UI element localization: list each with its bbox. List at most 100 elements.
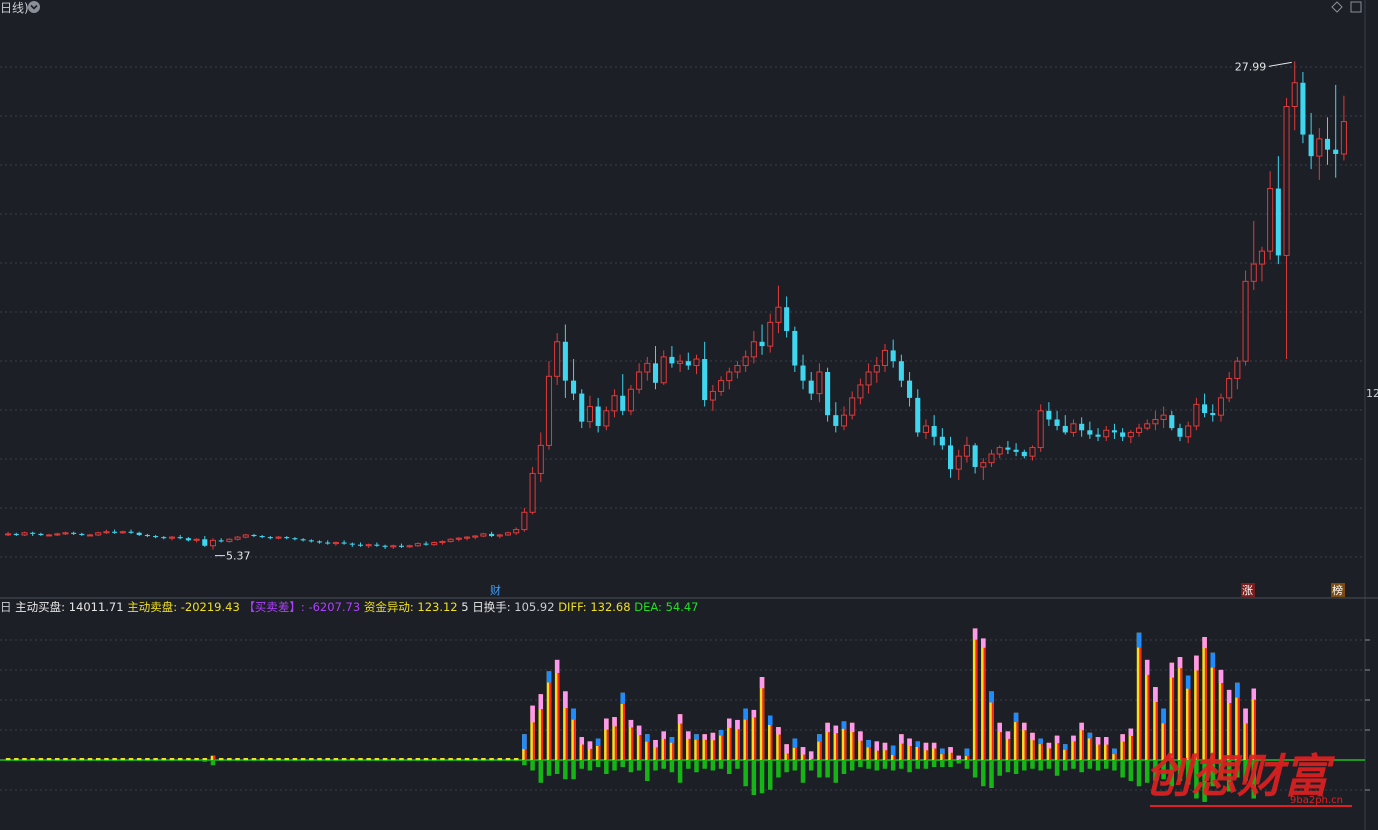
sell-bar [702,760,707,769]
sell-bar [579,760,585,769]
buy-bar [292,758,298,760]
sell-bar [448,760,453,761]
candle-body [611,395,618,412]
sell-bar [169,760,175,761]
buy-bar [341,758,347,760]
buy-bar [399,758,404,760]
sell-bar [841,760,847,774]
fund-bar [817,734,822,742]
candle-body [1144,423,1151,429]
candle-body [226,538,233,542]
fund-bar [1235,682,1240,698]
fund-bar [571,708,576,720]
sell-bar [366,760,371,761]
candle-body [963,444,970,457]
price-grid [0,0,1366,598]
candle-body [480,533,487,537]
sell-bar [563,760,568,780]
candle-body [341,542,347,544]
sell-bar [874,760,880,771]
legend-segment: 54.47 [666,600,699,614]
candle-body [915,397,921,433]
fund-bar [890,745,896,755]
sell-bar [276,760,281,761]
buy-bar [38,758,44,760]
sell-bar [505,760,511,761]
sell-bar [710,760,716,771]
fund-bar [874,741,880,751]
sell-bar [915,760,921,769]
candle-body [1217,397,1225,416]
candle-body [398,545,405,547]
price-annotations: 27.99 5.37 12 财 涨 榜 [214,60,1378,597]
buy-bar [284,758,289,760]
buy-bar [440,758,445,760]
candle-body [890,350,896,362]
fund-bar [923,742,929,751]
candlestick-series [5,61,1347,550]
buy-bar-edge [213,755,216,760]
buy-bar-edge [1147,659,1150,760]
sell-bar [735,760,740,769]
sell-bar [292,760,298,761]
candle-body [259,536,265,538]
buy-bar [300,758,306,760]
buy-bar [243,758,249,760]
sell-bar [1112,760,1117,771]
candle-body [1037,410,1044,449]
candle-body [349,543,355,545]
buy-bar [145,758,150,760]
sell-bar [694,760,699,773]
candle-body [873,365,880,373]
sell-bar [95,760,101,761]
fund-bar [677,714,683,724]
square-icon [1350,1,1362,13]
legend-segment: 资金异动: [364,600,418,614]
sell-bar [120,760,126,761]
candle-body [784,307,790,331]
sell-bar [1046,760,1052,769]
candle-body [209,539,217,547]
fund-bar [981,638,986,648]
legend-segment: 123.12 [417,600,461,614]
candle-body [1226,377,1233,399]
sell-bar [964,760,970,769]
fund-bar [1144,659,1150,675]
candle-body [545,375,553,446]
buy-bar [391,758,396,760]
watermark-site: 9ba2ph.cn [1290,795,1343,806]
fund-bar [907,738,912,746]
buy-bar [251,758,257,760]
fund-bar [882,742,888,751]
fund-bar [1095,737,1101,745]
buy-bar [128,758,134,760]
sell-bar [202,760,208,762]
candle-body [800,365,806,381]
sell-bar [808,760,814,771]
candle-body [595,406,601,426]
candle-body [1135,427,1143,433]
sell-bar [1120,760,1125,778]
buy-bar [415,758,421,760]
sell-bar [317,760,322,761]
candle-body [1160,414,1167,420]
candle-body [1070,423,1077,433]
candle-body [627,388,634,412]
sell-bar [956,760,961,764]
candle-body [316,541,323,543]
candle-body [414,543,421,547]
candle-body [734,365,741,373]
candle-body [390,545,397,548]
candle-body [521,511,528,531]
fund-bar [735,719,740,730]
sell-bar [5,760,11,761]
candle-body [636,371,643,390]
sell-bar [259,760,265,761]
candle-body [857,384,864,399]
sell-bar [554,760,560,774]
sell-bar [989,760,994,788]
legend-segment: 日 [0,600,15,614]
buy-bar [456,758,462,760]
fund-bar [997,722,1002,733]
sell-bar [538,760,544,783]
